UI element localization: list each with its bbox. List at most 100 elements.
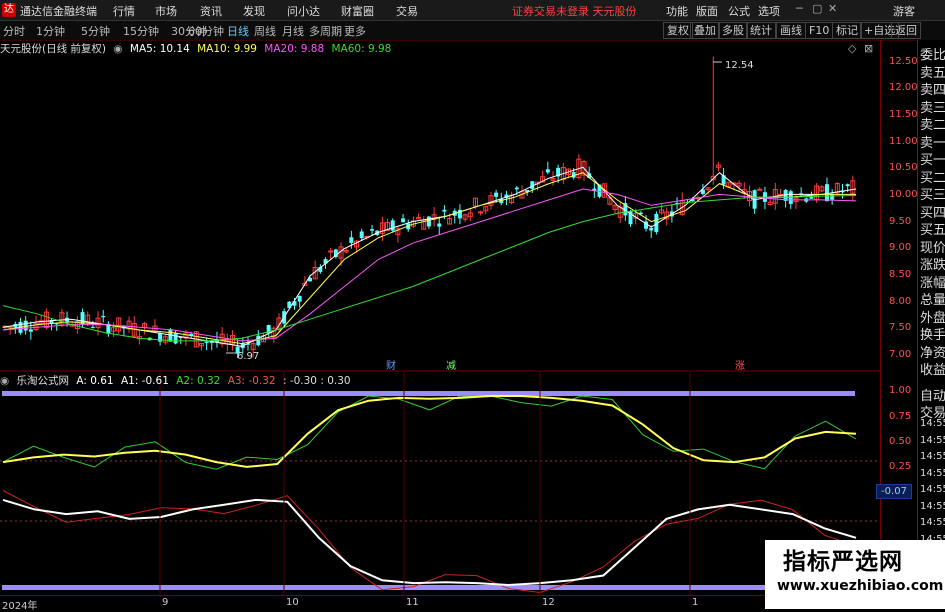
indicator-line-a2 <box>2 395 857 470</box>
side-panel-time: 14:55 <box>920 500 945 512</box>
indicator-extra: : -0.30 : 0.30 <box>282 375 351 387</box>
cursor-value-box: -0.07 <box>876 484 912 499</box>
candle-body <box>426 216 431 227</box>
side-panel-item: 净资 <box>920 345 945 361</box>
candle-body <box>101 315 106 318</box>
candle-body <box>90 326 95 328</box>
candle-body <box>349 237 354 243</box>
side-panel-item: 总量 <box>920 293 945 308</box>
main-chart-header: 天元股份(日线 前复权) ◉ MA5: 10.14 MA10: 9.99 MA2… <box>0 41 395 56</box>
candle-body <box>173 333 178 344</box>
date-label: 11 <box>406 597 419 608</box>
kline-chart[interactable]: 12.54 6.97 财 减 涨 <box>0 0 880 595</box>
ind-tick: 0.25 <box>889 461 912 472</box>
indicator-line-a1-main <box>2 498 857 587</box>
side-panel-time: 14:55 <box>920 451 945 462</box>
watermark-url: www.xuezhibiao.com <box>777 578 944 594</box>
side-panel-time: 14:55 <box>920 467 945 479</box>
close-panel-icon[interactable]: ⊠ <box>864 42 873 55</box>
candle-body <box>545 169 550 173</box>
price-tick: 11.00 <box>889 136 918 147</box>
ma-lines-group <box>2 166 857 347</box>
price-tick: 9.00 <box>889 242 912 253</box>
price-tick: 7.00 <box>889 349 912 360</box>
side-panel-item: 委比 <box>920 48 945 63</box>
side-panel-item: 卖二 <box>920 118 945 133</box>
price-tick: 9.50 <box>889 216 912 227</box>
event-mark: 财 <box>386 359 396 372</box>
side-panel-item: 卖一 <box>920 135 945 151</box>
price-tick: 12.00 <box>889 82 918 93</box>
side-panel-time: 14:55 <box>920 484 945 495</box>
side-panel-item: 涨幅 <box>920 275 945 291</box>
indicator-name[interactable]: 乐淘公式网 <box>17 375 70 387</box>
side-panel-time: 14:55 <box>920 517 945 528</box>
indicator-a1: A1: -0.61 <box>120 375 169 387</box>
date-label: 12 <box>542 597 555 608</box>
watermark-title: 指标严选网 <box>783 549 903 575</box>
ma10-value: MA10: 9.99 <box>197 43 257 55</box>
indicator-header: ◉ 乐淘公式网 A: 0.61 A1: -0.61 A2: 0.32 A3: -… <box>0 373 355 387</box>
side-panel-item: 收益 <box>920 363 945 378</box>
settings-icon[interactable]: ◉ <box>113 43 122 55</box>
candle-body <box>370 229 375 231</box>
date-label: 10 <box>286 597 299 608</box>
side-panel-item: 买四 <box>920 205 945 221</box>
candle-body <box>442 209 447 212</box>
candle-body <box>649 227 654 231</box>
side-panel-time: 14:55 <box>920 418 945 429</box>
candle-body <box>28 329 33 332</box>
ma20-value: MA20: 9.88 <box>264 43 325 55</box>
candle-body <box>390 220 395 231</box>
ma60-value: MA60: 9.98 <box>331 43 392 55</box>
side-panel-item: 外盘 <box>920 310 945 326</box>
side-panel-item: 卖三 <box>920 100 945 116</box>
indicator-settings-icon[interactable]: ◉ <box>0 375 9 387</box>
price-tick: 11.50 <box>889 109 918 120</box>
side-panel-item: 卖五 <box>920 65 945 81</box>
indicator-a2: A2: 0.32 <box>176 375 221 387</box>
side-panel-item: 买三 <box>920 188 945 203</box>
side-panel-item: 买一 <box>920 153 945 168</box>
side-panel-item: 现价 <box>920 240 945 256</box>
side-panel-item: 卖四 <box>920 83 945 98</box>
candles-group <box>2 56 856 359</box>
price-tick: 8.50 <box>889 269 912 280</box>
ind-tick: 0.50 <box>889 436 912 447</box>
price-tick: 8.00 <box>889 296 912 307</box>
indicator-a3: A3: -0.32 <box>227 375 276 387</box>
candle-body <box>514 187 519 190</box>
ma-line-ma20 <box>2 188 857 342</box>
quote-side-panel: 委比 卖五 卖四 卖三 卖二 卖一 买一 买二 买三 买四 买五 现价 涨跌 涨幅 总量 外盘 换手 净资 收益 自动… <box>917 40 945 595</box>
event-mark: 涨 <box>735 360 745 372</box>
side-panel-item: 买二 <box>920 170 945 186</box>
ma5-value: MA5: 10.14 <box>129 43 190 55</box>
stock-title: 天元股份(日线 前复权) <box>0 43 107 55</box>
event-mark: 减 <box>446 360 456 372</box>
collapse-icon[interactable]: ◇ <box>848 42 856 55</box>
indicator-lines-group <box>2 395 857 594</box>
site-watermark: 指标严选网 www.xuezhibiao.com <box>765 540 945 609</box>
upper-band <box>2 391 855 396</box>
ma-line-ma5 <box>2 166 857 347</box>
side-panel-item: 买五 <box>920 223 945 238</box>
ma-line-ma10 <box>2 172 856 345</box>
price-tick: 7.50 <box>889 322 912 333</box>
candle-body <box>359 231 364 239</box>
date-label: 1 <box>692 597 699 608</box>
toolbar-button[interactable]: 返回 <box>891 22 921 39</box>
user-label[interactable]: 游客 <box>893 3 915 19</box>
ind-tick: 0.75 <box>889 411 912 422</box>
ind-tick: 1.00 <box>889 385 912 396</box>
date-label: 2024年 <box>2 601 38 612</box>
price-axis: 12.50 12.00 11.50 11.00 10.50 10.00 9.50… <box>880 40 918 595</box>
price-tick: 12.50 <box>889 56 918 67</box>
lower-band <box>2 585 855 590</box>
price-tick: 10.00 <box>889 189 918 200</box>
side-panel-item: 换手 <box>920 328 945 343</box>
date-axis: 2024年 9 10 11 12 1 <box>0 595 880 612</box>
indicator-line-a-main <box>2 395 857 468</box>
date-label: 9 <box>162 597 169 608</box>
high-label: 12.54 <box>725 60 754 71</box>
candle-body <box>204 341 209 343</box>
